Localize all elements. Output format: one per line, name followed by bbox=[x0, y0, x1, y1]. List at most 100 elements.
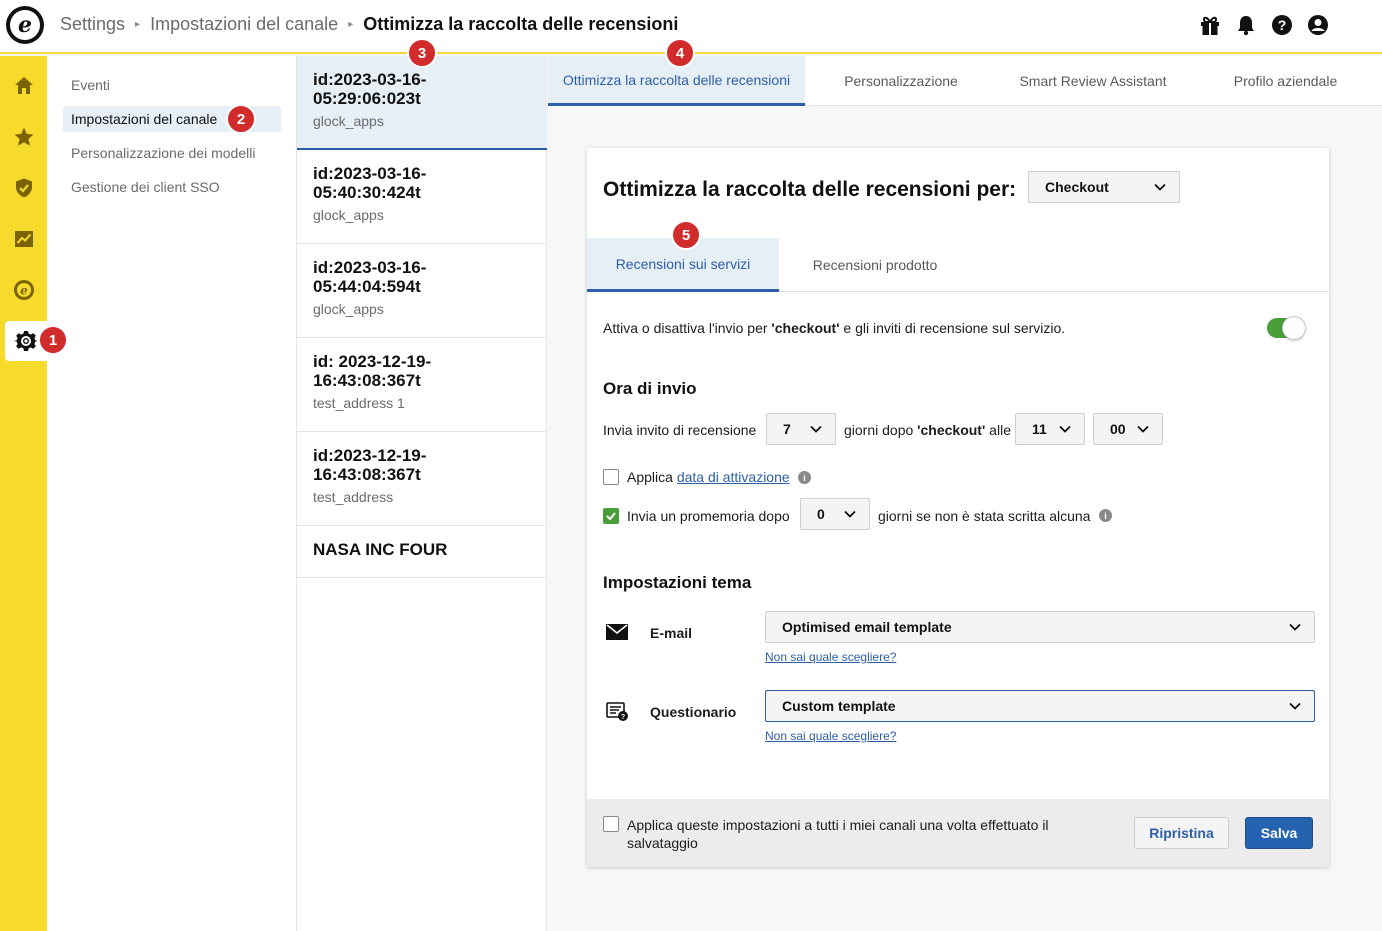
star-icon[interactable] bbox=[0, 117, 47, 157]
channel-item[interactable]: id:2023-12-19-16:43:08:367t test_address bbox=[297, 432, 547, 526]
channel-item[interactable]: id:2023-03-16-05:40:30:424t glock_apps bbox=[297, 150, 547, 244]
trusted-logo[interactable]: e bbox=[6, 6, 44, 44]
toggle-knob bbox=[1282, 316, 1306, 340]
settings-subnav: Eventi Impostazioni del canale Personali… bbox=[47, 56, 297, 931]
tab-customization[interactable]: Personalizzazione bbox=[805, 56, 997, 106]
main-content: Ottimizza la raccolta delle recensioni P… bbox=[548, 56, 1382, 931]
card-footer: Applica queste impostazioni a tutti i mi… bbox=[587, 799, 1329, 867]
reminder-days-value: 0 bbox=[817, 506, 825, 522]
channel-list: id:2023-03-16-05:29:06:023t glock_apps i… bbox=[297, 56, 547, 931]
user-icon[interactable] bbox=[1306, 13, 1330, 37]
channel-sub: glock_apps bbox=[313, 207, 384, 223]
days-select-value: 7 bbox=[783, 421, 791, 437]
send-time-heading: Ora di invio bbox=[603, 379, 697, 398]
channel-id: id:2023-03-16-05:29:06:023t bbox=[313, 70, 427, 108]
channel-sub: test_address bbox=[313, 489, 394, 505]
questionnaire-label: Questionario bbox=[650, 704, 737, 720]
left-rail: e bbox=[0, 56, 47, 931]
event-select[interactable]: Checkout bbox=[1028, 171, 1180, 203]
reminder-suffix: giorni se non è stata scritta alcuna bbox=[878, 508, 1091, 524]
chevron-down-icon bbox=[844, 510, 856, 518]
email-help-link[interactable]: Non sai quale scegliere? bbox=[765, 650, 896, 664]
breadcrumb-separator-icon: ▸ bbox=[348, 19, 354, 30]
service-invites-toggle[interactable] bbox=[1267, 316, 1306, 340]
step-marker-5: 5 bbox=[671, 220, 701, 250]
tab-business-profile[interactable]: Profilo aziendale bbox=[1189, 56, 1382, 106]
theme-heading: Impostazioni tema bbox=[603, 573, 752, 592]
subnav-item-template-customization[interactable]: Personalizzazione dei modelli bbox=[63, 140, 281, 166]
info-icon[interactable]: i bbox=[798, 471, 811, 484]
minute-select-value: 00 bbox=[1110, 421, 1126, 437]
email-template-value: Optimised email template bbox=[782, 619, 952, 635]
logo-e-icon: e bbox=[10, 10, 40, 40]
chevron-down-icon bbox=[1154, 183, 1166, 191]
channel-item[interactable]: id:2023-03-16-05:44:04:594t glock_apps bbox=[297, 244, 547, 338]
channel-id: id: 2023-12-19-16:43:08:367t bbox=[313, 352, 432, 390]
questionnaire-icon: ? bbox=[606, 702, 628, 721]
svg-text:?: ? bbox=[621, 714, 625, 721]
card-title: Ottimizza la raccolta delle recensioni p… bbox=[603, 178, 1017, 201]
activation-date-label: Applica data di attivazione bbox=[627, 469, 790, 485]
channel-id: NASA INC FOUR bbox=[313, 540, 448, 559]
chevron-down-icon bbox=[1289, 623, 1301, 631]
breadcrumb-settings[interactable]: Settings bbox=[60, 14, 125, 35]
channel-id: id:2023-03-16-05:40:30:424t bbox=[313, 164, 427, 202]
step-marker-2: 2 bbox=[226, 104, 256, 134]
svg-text:e: e bbox=[20, 284, 28, 298]
home-icon[interactable] bbox=[0, 66, 47, 106]
days-select[interactable]: 7 bbox=[766, 413, 836, 445]
channel-sub: test_address 1 bbox=[313, 395, 405, 411]
info-icon[interactable]: i bbox=[1099, 509, 1112, 522]
questionnaire-template-value: Custom template bbox=[782, 698, 896, 714]
channel-id: id:2023-03-16-05:44:04:594t bbox=[313, 258, 427, 296]
trusted-icon[interactable]: e bbox=[0, 270, 47, 310]
bell-icon[interactable] bbox=[1234, 13, 1258, 37]
settings-card: Ottimizza la raccolta delle recensioni p… bbox=[587, 148, 1329, 867]
shield-icon[interactable] bbox=[0, 168, 47, 208]
reminder-label: Invia un promemoria dopo bbox=[627, 508, 790, 524]
hour-select-value: 11 bbox=[1032, 421, 1047, 437]
reset-button[interactable]: Ripristina bbox=[1134, 817, 1229, 849]
tab-smart-review-assistant[interactable]: Smart Review Assistant bbox=[997, 56, 1189, 106]
svg-text:?: ? bbox=[1278, 17, 1287, 33]
tab-product-reviews[interactable]: Recensioni prodotto bbox=[779, 238, 971, 292]
event-select-value: Checkout bbox=[1045, 179, 1109, 195]
subnav-item-sso-clients[interactable]: Gestione dei client SSO bbox=[63, 174, 281, 200]
activation-date-link[interactable]: data di attivazione bbox=[677, 469, 790, 485]
email-label: E-mail bbox=[650, 625, 693, 641]
email-template-select[interactable]: Optimised email template bbox=[765, 611, 1315, 643]
breadcrumb-separator-icon: ▸ bbox=[135, 19, 141, 30]
subnav-item-events[interactable]: Eventi bbox=[63, 72, 281, 98]
envelope-icon bbox=[606, 624, 628, 640]
send-invite-label: Invia invito di recensione bbox=[603, 422, 757, 438]
reminder-checkbox[interactable] bbox=[603, 508, 619, 524]
questionnaire-help-link[interactable]: Non sai quale scegliere? bbox=[765, 729, 896, 743]
breadcrumb-current: Ottimizza la raccolta delle recensioni bbox=[363, 14, 679, 34]
channel-item[interactable]: NASA INC FOUR bbox=[297, 526, 547, 578]
activation-date-checkbox[interactable] bbox=[603, 469, 619, 485]
step-marker-3: 3 bbox=[407, 38, 437, 68]
breadcrumb-channel-settings[interactable]: Impostazioni del canale bbox=[150, 14, 338, 35]
gift-icon[interactable] bbox=[1198, 13, 1222, 37]
minute-select[interactable]: 00 bbox=[1093, 413, 1163, 445]
breadcrumb: Settings ▸ Impostazioni del canale ▸ Ott… bbox=[60, 14, 678, 35]
chevron-down-icon bbox=[1137, 425, 1149, 433]
channel-item[interactable]: id:2023-03-16-05:29:06:023t glock_apps bbox=[297, 56, 547, 150]
chart-icon[interactable] bbox=[0, 219, 47, 259]
chevron-down-icon bbox=[1059, 425, 1071, 433]
reminder-days-select[interactable]: 0 bbox=[800, 498, 870, 530]
save-button[interactable]: Salva bbox=[1245, 817, 1313, 849]
review-type-tabs: Recensioni sui servizi Recensioni prodot… bbox=[587, 238, 1329, 292]
step-marker-4: 4 bbox=[665, 38, 695, 68]
questionnaire-template-select[interactable]: Custom template bbox=[765, 690, 1315, 722]
channel-item[interactable]: id: 2023-12-19-16:43:08:367t test_addres… bbox=[297, 338, 547, 432]
apply-all-checkbox[interactable] bbox=[603, 816, 619, 832]
help-icon[interactable]: ? bbox=[1270, 13, 1294, 37]
channel-id: id:2023-12-19-16:43:08:367t bbox=[313, 446, 427, 484]
days-after-label: giorni dopo 'checkout' alle bbox=[844, 422, 1011, 438]
chevron-down-icon bbox=[810, 425, 822, 433]
check-icon bbox=[606, 512, 616, 521]
channel-sub: glock_apps bbox=[313, 301, 384, 317]
step-marker-1: 1 bbox=[38, 325, 68, 355]
hour-select[interactable]: 11 bbox=[1015, 413, 1085, 445]
